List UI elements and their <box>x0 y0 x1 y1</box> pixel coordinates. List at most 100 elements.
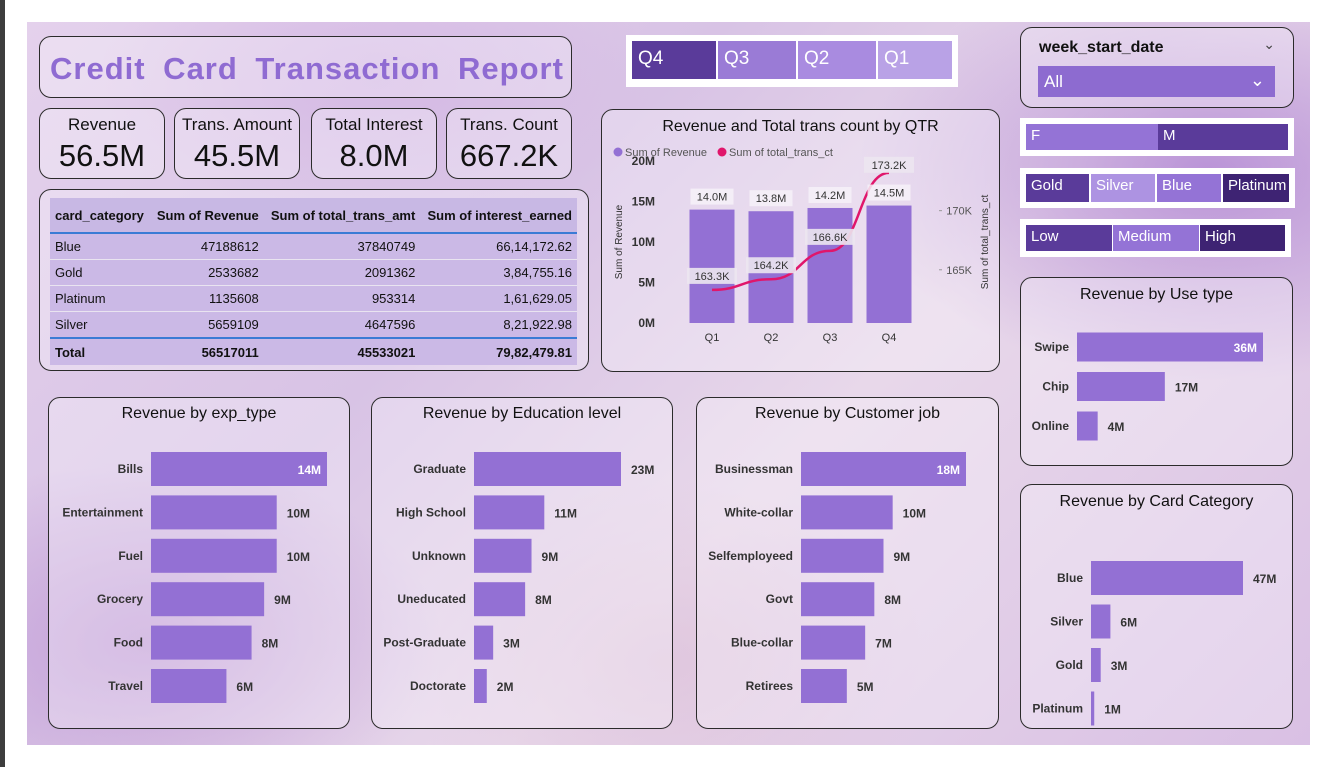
x-tick-label: Q2 <box>764 332 779 344</box>
title-card: Credit Card Transaction Report <box>39 36 572 98</box>
week-start-date-slicer: week_start_date ⌄ All ⌄ <box>1020 27 1294 108</box>
category-label: Doctorate <box>410 679 466 693</box>
table-cell: 47188612 <box>150 233 264 260</box>
quarter-tab[interactable]: Q3 <box>718 41 796 79</box>
column-header[interactable]: Sum of Revenue <box>150 198 264 234</box>
bar <box>801 538 884 573</box>
table-cell: Platinum <box>50 285 151 312</box>
category-label: White-collar <box>724 505 793 519</box>
gender-slicer: F M <box>1020 118 1294 156</box>
chevron-down-icon[interactable]: ⌄ <box>1263 36 1275 53</box>
data-label: 7M <box>875 637 892 651</box>
kpi-value: 8.0M <box>339 138 409 173</box>
report-title: Credit Card Transaction Report <box>50 51 564 86</box>
column-header[interactable]: Sum of total_trans_amt <box>263 198 421 234</box>
y2-tick-label: 170K <box>946 206 972 218</box>
kpi-revenue: Revenue 56.5M <box>39 108 165 179</box>
category-label: High School <box>396 505 466 519</box>
education-chart: Graduate 23M High School 11M Unknown 9M Uneduc… <box>383 452 654 703</box>
data-label: 17M <box>1175 381 1198 395</box>
chart-title: Revenue by exp_type <box>121 405 277 422</box>
table-row[interactable]: Platinum 1135608 953314 1,61,629.05 <box>50 285 577 312</box>
kpi-total-interest: Total Interest 8.0M <box>311 108 437 179</box>
table-cell: 953314 <box>263 285 421 312</box>
revenue-by-use-type-card: Revenue by Use type Swipe 36M Chip 17M Onlin… <box>1020 277 1293 466</box>
category-label: Online <box>1032 419 1070 433</box>
x-tick-label: Q4 <box>882 332 897 344</box>
column-header[interactable]: card_category <box>50 198 151 234</box>
category-label: Uneducated <box>397 592 466 606</box>
data-label: 10M <box>287 550 310 564</box>
category-label: Fuel <box>118 549 143 563</box>
data-label: 164.2K <box>754 260 790 272</box>
income-option[interactable]: Medium <box>1113 225 1199 251</box>
column-header[interactable]: Sum of interest_earned <box>420 198 577 234</box>
card-category-chart: Blue 47M Silver 6M Gold 3M Platinum 1M <box>1032 561 1276 726</box>
table-cell: 8,21,922.98 <box>420 311 577 339</box>
bar <box>474 495 545 530</box>
revenue-trans-count-chart-card: Revenue and Total trans count by QTR Sum… <box>601 109 1000 372</box>
table-cell: 3,84,755.16 <box>420 259 577 286</box>
data-label: 6M <box>236 680 253 694</box>
category-label: Govt <box>766 592 793 606</box>
data-label: 8M <box>884 593 901 607</box>
y-axis-title: Sum of Revenue <box>614 204 625 279</box>
card-option[interactable]: Platinum <box>1223 174 1289 202</box>
kpi-label: Trans. Amount <box>182 115 292 134</box>
bar <box>151 625 252 660</box>
revenue-by-card-category-card: Revenue by Card Category Blue 47M Silver 6M… <box>1020 484 1293 729</box>
table-header-row: card_category Sum of Revenue Sum of tota… <box>50 198 577 234</box>
table-row[interactable]: Silver 5659109 4647596 8,21,922.98 <box>50 311 577 339</box>
table-row[interactable]: Blue 47188612 37840749 66,14,172.62 <box>50 233 577 260</box>
y-tick-label: 20M <box>632 154 655 168</box>
report-canvas: Credit Card Transaction Report Revenue 5… <box>27 22 1310 745</box>
category-label: Food <box>114 636 143 650</box>
quarter-tab[interactable]: Q4 <box>632 41 716 79</box>
data-label: 6M <box>1120 616 1137 630</box>
gender-option[interactable]: M <box>1158 124 1288 150</box>
bar <box>1091 604 1111 639</box>
data-label: 14.2M <box>815 190 846 202</box>
card-option[interactable]: Gold <box>1026 174 1089 202</box>
use-type-chart: Swipe 36M Chip 17M Online 4M <box>1032 332 1263 441</box>
income-option[interactable]: High <box>1200 225 1285 251</box>
quarter-slicer: Q4 Q3 Q2 Q1 <box>626 35 958 87</box>
income-option[interactable]: Low <box>1026 225 1112 251</box>
chart-title: Revenue by Education level <box>422 405 622 422</box>
data-label: 3M <box>1111 659 1128 673</box>
table-total-row: Total 56517011 45533021 79,82,479.81 <box>50 337 577 365</box>
legend-marker <box>717 147 727 157</box>
chart-title: Revenue by Card Category <box>1059 493 1254 510</box>
window-edge <box>0 0 5 767</box>
table-cell: 2091362 <box>263 259 421 286</box>
x-tick-label: Q1 <box>705 332 720 344</box>
data-label: 9M <box>542 550 559 564</box>
y-tick-label: 0M <box>638 316 655 330</box>
quarter-tab[interactable]: Q1 <box>878 41 952 79</box>
category-label: Grocery <box>97 592 143 606</box>
kpi-label: Trans. Count <box>460 115 558 134</box>
table-row[interactable]: Gold 2533682 2091362 3,84,755.16 <box>50 259 577 286</box>
data-label: 163.3K <box>695 271 731 283</box>
customer-job-chart: Businessman 18M White-collar 10M Selfemploye… <box>708 452 966 703</box>
data-label: 4M <box>1108 420 1125 434</box>
table-cell: 4647596 <box>263 311 421 339</box>
kpi-trans-count: Trans. Count 667.2K <box>446 108 572 179</box>
bar <box>474 669 487 703</box>
y2-tick-label: 165K <box>946 265 972 277</box>
y2-axis-title: Sum of total_trans_ct <box>980 195 991 290</box>
y-tick-label: 10M <box>632 235 655 249</box>
data-label: 8M <box>535 593 552 607</box>
category-label: Bills <box>118 462 144 476</box>
data-label: 9M <box>894 550 911 564</box>
data-label: 36M <box>1234 341 1257 355</box>
category-label: Blue-collar <box>731 636 793 650</box>
x-tick-label: Q3 <box>823 332 838 344</box>
week-dropdown[interactable]: All ⌄ <box>1038 66 1275 97</box>
data-label: 1M <box>1104 703 1121 717</box>
data-label: 14M <box>298 463 321 477</box>
quarter-tab[interactable]: Q2 <box>798 41 876 79</box>
card-option[interactable]: Blue <box>1157 174 1221 202</box>
gender-option[interactable]: F <box>1026 124 1158 150</box>
card-option[interactable]: Silver <box>1091 174 1155 202</box>
